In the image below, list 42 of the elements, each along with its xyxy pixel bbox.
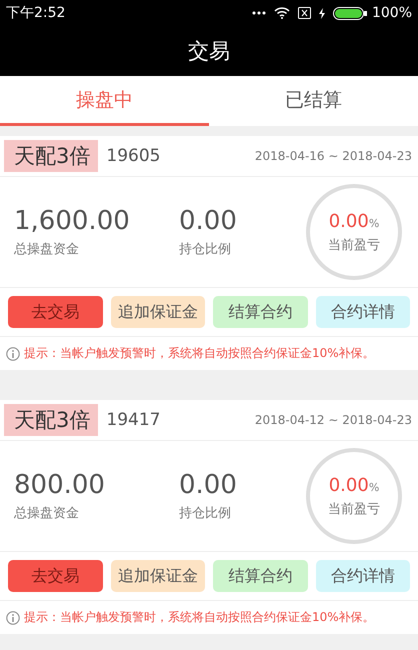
more-icon (252, 11, 266, 15)
profit-label: 当前盈亏 (328, 236, 380, 254)
profit-value: 0.00 (328, 210, 369, 232)
date-range: 2018-04-16 ~ 2018-04-23 (254, 149, 412, 163)
ratio-label: 持仓比例 (179, 505, 231, 522)
contract-number: 19605 (106, 146, 162, 166)
tab[interactable]: 操盘中 (0, 76, 209, 126)
tab[interactable]: 已结算 (209, 76, 418, 126)
plan-tag: 天配3倍 (4, 404, 98, 436)
contract-number: 19417 (106, 410, 162, 430)
percent-unit: % (368, 216, 380, 230)
sim-icon (298, 7, 311, 19)
total-amount: 800.00 (14, 470, 106, 500)
action-button[interactable]: 去交易 (8, 560, 102, 592)
charging-icon (318, 8, 325, 18)
total-amount: 1,600.00 (14, 206, 131, 236)
percent-unit: % (368, 480, 380, 494)
position-ratio: 0.00 (179, 470, 237, 500)
notice-text: 提示：当帐户触发预警时，系统将自动按照合约保证金10%补保。 (24, 345, 375, 362)
plan-tag: 天配3倍 (4, 140, 98, 172)
action-button[interactable]: 追加保证金 (110, 296, 205, 328)
action-button[interactable]: 去交易 (8, 296, 102, 328)
action-button[interactable]: 结算合约 (213, 560, 308, 592)
wifi-icon (274, 7, 290, 19)
status-time: 下午2:52 (6, 4, 66, 22)
action-button[interactable]: 合约详情 (316, 296, 410, 328)
info-icon (6, 346, 20, 360)
info-icon (6, 610, 20, 624)
position-ratio: 0.00 (179, 206, 237, 236)
profit-label: 当前盈亏 (328, 500, 380, 518)
action-button[interactable]: 结算合约 (213, 296, 308, 328)
total-label: 总操盘资金 (14, 241, 80, 258)
action-button[interactable]: 合约详情 (316, 560, 410, 592)
notice-text: 提示：当帐户触发预警时，系统将自动按照合约保证金10%补保。 (24, 609, 375, 626)
ratio-label: 持仓比例 (179, 241, 231, 258)
page-title: 交易 (188, 38, 230, 65)
battery-icon (332, 6, 367, 20)
date-range: 2018-04-12 ~ 2018-04-23 (254, 413, 412, 427)
profit-value: 0.00 (328, 474, 369, 496)
battery-percent: 100% (372, 5, 412, 21)
total-label: 总操盘资金 (14, 505, 80, 522)
action-button[interactable]: 追加保证金 (110, 560, 205, 592)
